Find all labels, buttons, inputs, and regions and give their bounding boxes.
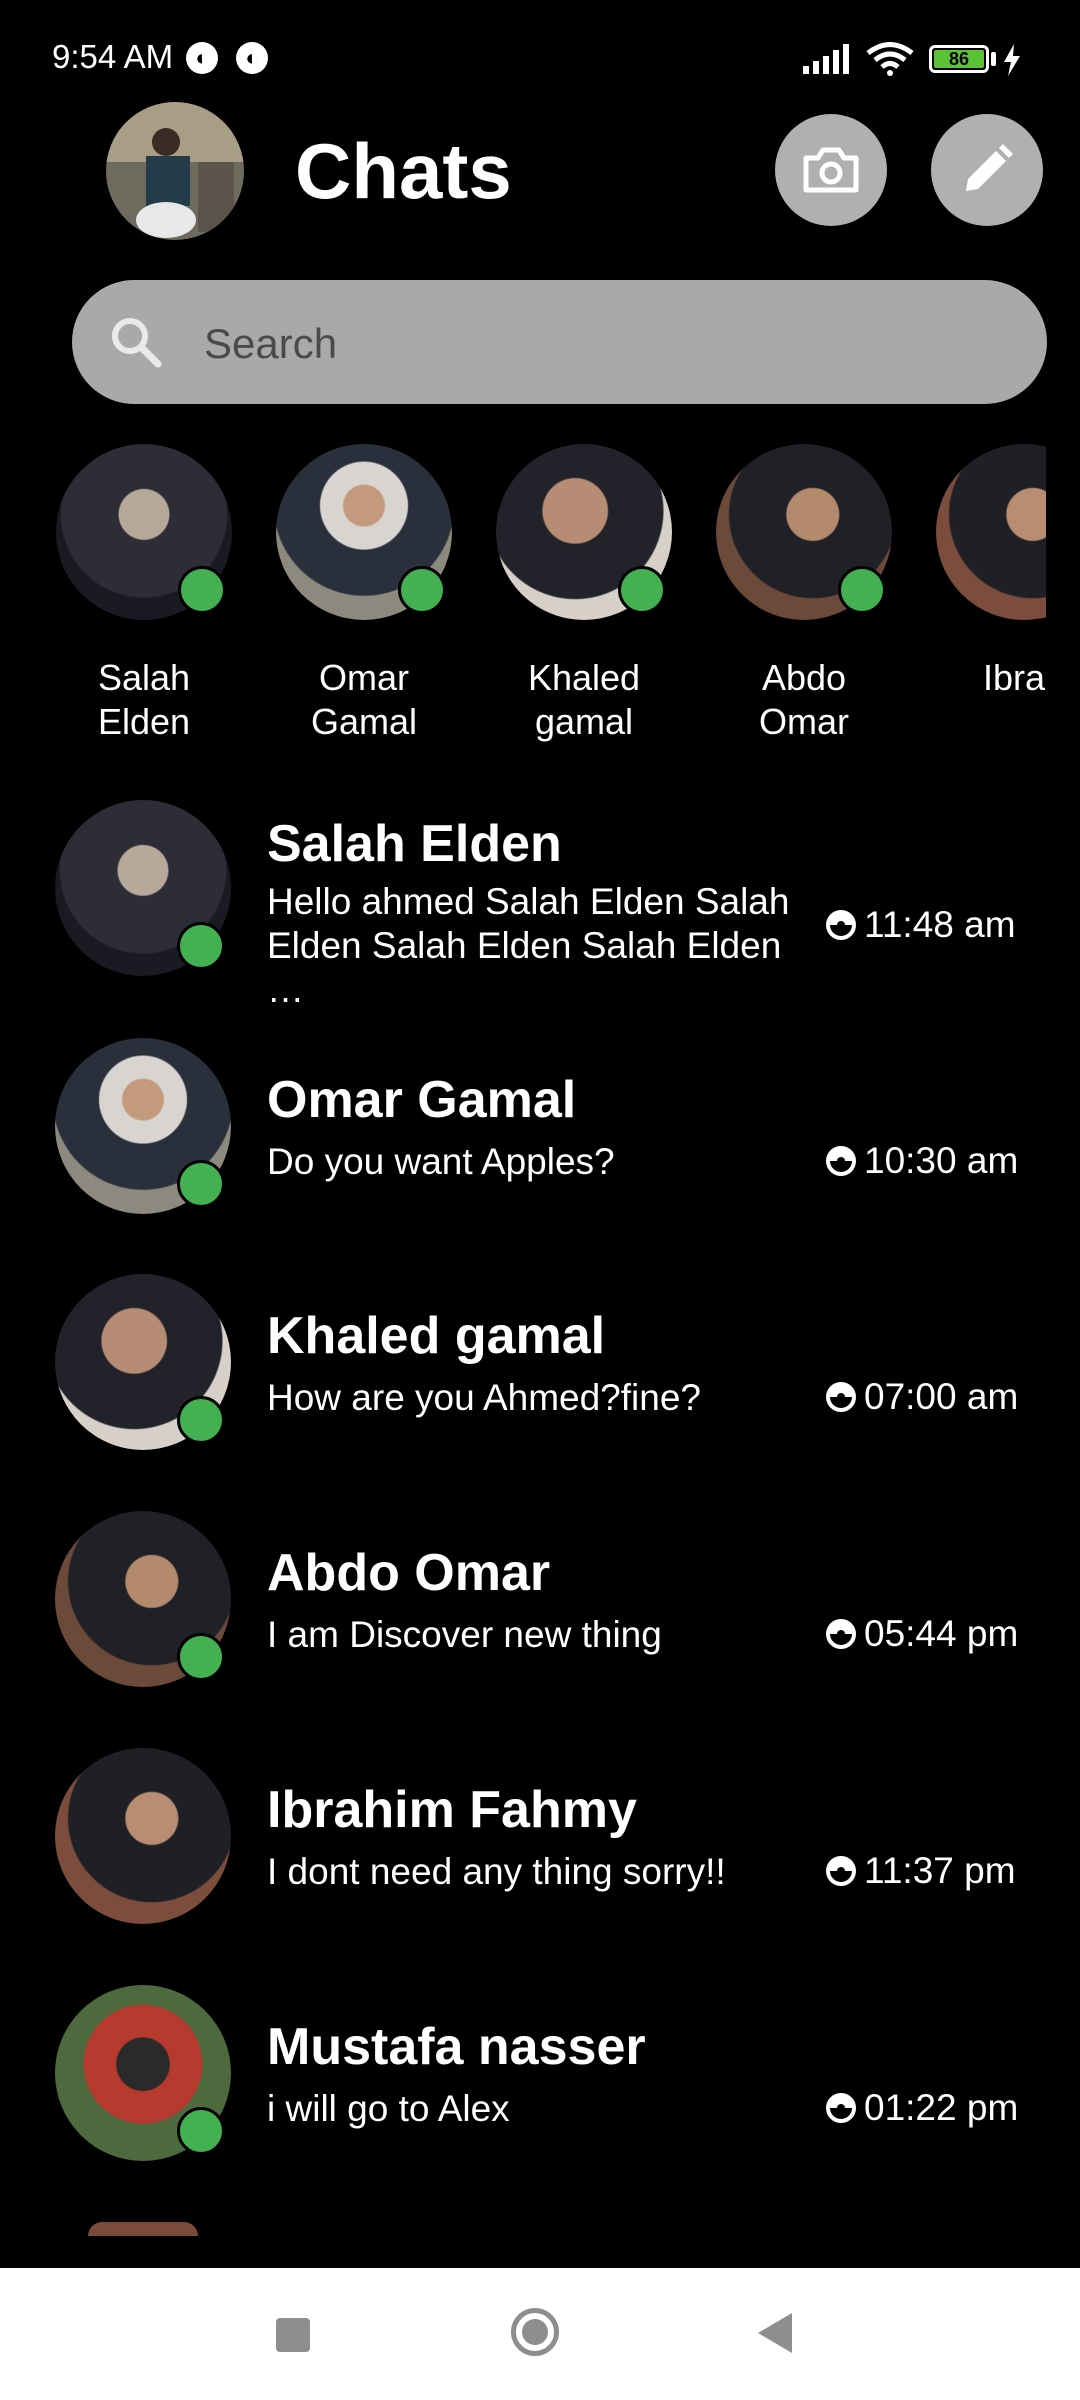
chat-row[interactable]: Salah Elden Hello ahmed Salah Elden Sala… [0,800,1080,1010]
chat-name: Khaled gamal [267,1307,606,1365]
chat-message: i will go to Alex [267,2088,510,2129]
online-indicator [177,2107,225,2155]
story-name: Ibrah Fahm [978,657,1046,704]
chat-row[interactable]: Omar Gamal Do you want Apples? 10:30 am [0,1038,1080,1238]
status-bar: 9:54 AM ◐ ◐ 86 [0,0,1080,120]
camera-button[interactable] [775,114,887,226]
avatar [55,1748,231,1924]
online-indicator [177,1160,225,1208]
chat-message: Do you want Apples? [267,1141,615,1182]
recents-button[interactable] [276,2318,310,2352]
search-icon [112,318,162,368]
notification-icon: ◐ [236,42,268,74]
compose-button[interactable] [931,114,1043,226]
avatar [936,444,1046,620]
story-item[interactable]: Khaled gamal [494,444,674,744]
avatar [55,1038,231,1214]
avatar [276,444,452,620]
chat-message: Hello ahmed Salah Elden Salah Elden Sala… [267,881,790,1010]
online-indicator [177,1396,225,1444]
story-name: Khaled gamal [527,657,641,742]
avatar [55,1511,231,1687]
chat-name: Ibrahim Fahmy [267,1781,637,1839]
pencil-icon [966,144,1013,191]
chat-name: Salah Elden [267,815,562,873]
camera-icon [803,147,859,193]
story-name: Salah Elden [97,657,191,742]
status-time: 9:54 AM [52,38,174,75]
notification-icon: ◐ [186,42,218,74]
chat-row[interactable]: Abdo Omar I am Discover new thing 05:44 … [0,1511,1080,1711]
chat-row[interactable]: Ibrahim Fahmy I dont need any thing sorr… [0,1748,1080,1948]
chat-time-text: 05:44 pm [864,1613,1019,1654]
chat-time-text: 10:30 am [864,1140,1019,1181]
chat-name: Mustafa nasser [267,2018,646,2076]
search-bar[interactable]: Search [72,280,1047,404]
online-indicator [178,566,226,614]
battery-icon: 86 [929,45,989,73]
chat-time: 11:37 pm [826,1850,1016,1892]
battery-nub [991,52,996,66]
home-button[interactable] [511,2308,559,2356]
chat-time-text: 07:00 am [864,1376,1019,1417]
chat-time: 01:22 pm [826,2087,1018,2129]
avatar [55,1985,231,2161]
avatar [496,444,672,620]
chat-time-text: 11:37 pm [864,1850,1016,1891]
back-button[interactable] [758,2313,792,2353]
story-item[interactable]: Abdo Omar [714,444,894,744]
online-indicator [398,566,446,614]
clock-icon [826,1619,856,1649]
online-indicator [618,566,666,614]
wifi-icon [866,42,914,76]
chat-row[interactable]: Mustafa nasser i will go to Alex 01:22 p… [0,1985,1080,2185]
story-item[interactable]: Salah Elden [54,444,234,744]
chat-time-text: 11:48 am [864,904,1016,945]
chat-message: I dont need any thing sorry!! [267,1851,726,1892]
chat-time: 11:48 am [826,904,1016,946]
chat-name: Omar Gamal [267,1071,577,1129]
chat-time: 10:30 am [826,1140,1018,1182]
story-item[interactable]: Ibrah Fahm [934,444,1046,704]
charging-icon [1004,44,1020,76]
online-indicator [177,922,225,970]
online-indicator [838,566,886,614]
battery-level: 86 [934,49,984,69]
story-name: Abdo Omar [759,657,849,742]
chat-time-text: 01:22 pm [864,2087,1019,2128]
clock-icon [826,1856,856,1886]
chat-time: 07:00 am [826,1376,1018,1418]
avatar [55,1274,231,1450]
chat-row[interactable]: Khaled gamal How are you Ahmed?fine? 07:… [0,1274,1080,1474]
signal-icon [803,44,849,74]
clock-icon [826,2093,856,2123]
chat-message: How are you Ahmed?fine? [267,1377,701,1418]
chat-time: 05:44 pm [826,1613,1018,1655]
profile-avatar[interactable] [106,102,244,240]
story-name: Omar Gamal [310,657,418,742]
clock-icon [826,1382,856,1412]
clock-icon [826,1146,856,1176]
avatar [88,2222,198,2236]
search-placeholder: Search [204,320,338,367]
avatar [716,444,892,620]
avatar [55,800,231,976]
clock-icon [826,910,856,940]
story-item[interactable]: Omar Gamal [274,444,454,744]
chat-message: I am Discover new thing [267,1614,662,1655]
online-indicator [177,1633,225,1681]
avatar [56,444,232,620]
navigation-bar [0,2268,1080,2400]
chat-name: Abdo Omar [267,1544,551,1602]
page-title: Chats [295,127,512,215]
